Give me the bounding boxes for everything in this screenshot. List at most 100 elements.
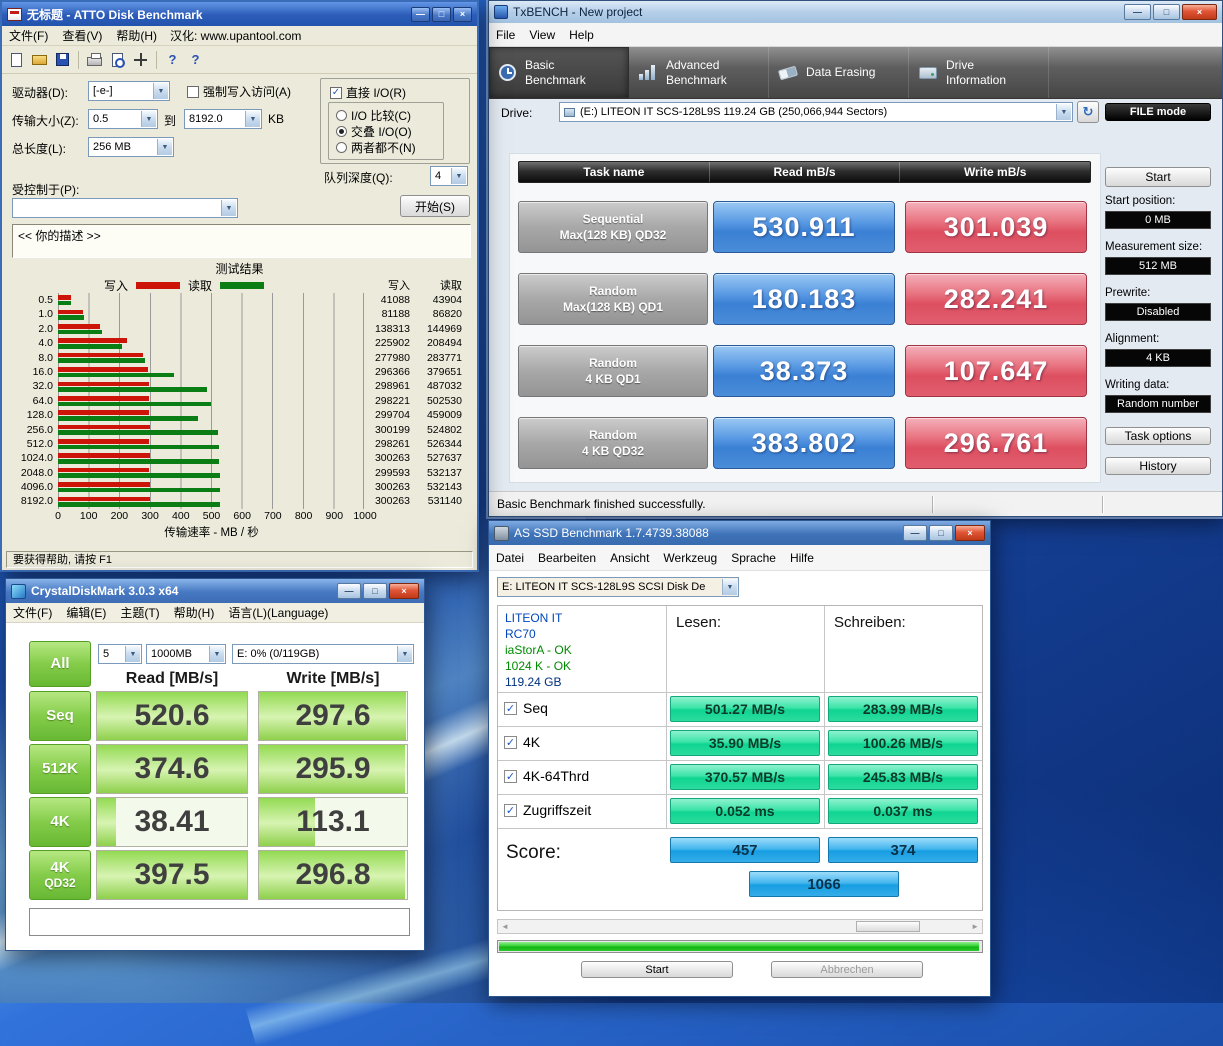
atto-chart-row: 512.0 298261 526344 xyxy=(4,436,462,452)
tab-data-erasing[interactable]: Data Erasing xyxy=(769,47,909,98)
maximize-button[interactable]: □ xyxy=(363,583,387,599)
menu-ansicht[interactable]: Ansicht xyxy=(603,549,656,567)
drive-model: LITEON IT xyxy=(505,611,563,625)
run-all-button[interactable]: All xyxy=(29,641,91,687)
close-button[interactable]: × xyxy=(955,525,985,541)
maximize-button[interactable]: □ xyxy=(1153,4,1180,20)
queue-depth-select[interactable]: 4 ▼ xyxy=(430,166,468,186)
overlapped-io-radio[interactable]: 交叠 I/O(O) xyxy=(336,123,412,140)
scroll-right-icon[interactable]: ► xyxy=(971,922,979,931)
zugriffszeit-checkbox[interactable]: ✓ xyxy=(504,804,517,817)
task-options-button[interactable]: Task options xyxy=(1105,427,1211,445)
context-help-icon[interactable]: ? xyxy=(185,49,206,70)
atto-write-bar xyxy=(58,395,149,401)
menu-theme[interactable]: 主题(T) xyxy=(113,602,166,623)
scroll-left-icon[interactable]: ◄ xyxy=(501,922,509,931)
write-score-value: 374 xyxy=(828,837,978,863)
menu-help[interactable]: 帮助(H) xyxy=(167,602,222,623)
scrollbar-thumb[interactable] xyxy=(856,921,921,932)
minimize-button[interactable]: — xyxy=(903,525,927,541)
cancel-button[interactable]: Abbrechen xyxy=(771,961,923,978)
menu-datei[interactable]: Datei xyxy=(489,549,531,567)
table-gridline xyxy=(498,760,982,761)
menu-view[interactable]: View xyxy=(522,26,562,44)
menu-help[interactable]: 帮助(H) xyxy=(109,25,164,46)
neither-radio[interactable]: 两者都不(N) xyxy=(336,139,416,156)
drive-select[interactable]: E: LITEON IT SCS-128L9S SCSI Disk De ▼ xyxy=(497,577,739,597)
atto-read-bar xyxy=(58,315,85,320)
start-button[interactable]: 开始(S) xyxy=(400,195,470,217)
menu-bearbeiten[interactable]: Bearbeiten xyxy=(531,549,603,567)
menu-werkzeug[interactable]: Werkzeug xyxy=(656,549,724,567)
run-4k-qd32-button[interactable]: 4K QD32 xyxy=(29,850,91,900)
menu-file[interactable]: File xyxy=(489,26,522,44)
close-button[interactable]: × xyxy=(1182,4,1217,20)
print-icon[interactable] xyxy=(84,49,105,70)
atto-read-value: 283771 xyxy=(426,351,462,364)
4k-64thrd-checkbox[interactable]: ✓ xyxy=(504,770,517,783)
drive-select[interactable]: (E:) LITEON IT SCS-128L9S 119.24 GB (250… xyxy=(559,102,1073,122)
seq-checkbox[interactable]: ✓ xyxy=(504,702,517,715)
close-button[interactable]: × xyxy=(389,583,419,599)
crystaldiskmark-window: CrystalDiskMark 3.0.3 x64 — □ × 文件(F) 编辑… xyxy=(5,578,425,951)
controlled-by-select[interactable]: ▼ xyxy=(12,198,238,218)
table-gridline xyxy=(498,828,982,829)
txbench-titlebar[interactable]: TxBENCH - New project — □ × xyxy=(489,1,1222,23)
run-4k-button[interactable]: 4K xyxy=(29,797,91,847)
pan-icon[interactable] xyxy=(130,49,151,70)
drive-select[interactable]: [-e-] ▼ xyxy=(88,81,170,101)
test-count-select[interactable]: 5 ▼ xyxy=(98,644,142,664)
direct-io-checkbox[interactable]: ✓ 直接 I/O(R) xyxy=(330,84,406,101)
description-input[interactable]: << 你的描述 >> xyxy=(12,224,471,258)
save-icon[interactable] xyxy=(52,49,73,70)
menu-edit[interactable]: 编辑(E) xyxy=(59,602,113,623)
menu-language[interactable]: 语言(L)(Language) xyxy=(221,602,335,623)
maximize-button[interactable]: □ xyxy=(432,6,451,22)
transfer-from-select[interactable]: 0.5 ▼ xyxy=(88,109,158,129)
transfer-to-select[interactable]: 8192.0 ▼ xyxy=(184,109,262,129)
4k-64thrd-read-value: 370.57 MB/s xyxy=(670,764,820,790)
tab-advanced-benchmark[interactable]: Advanced Benchmark xyxy=(629,47,769,98)
menu-help[interactable]: Help xyxy=(562,26,601,44)
start-button[interactable]: Start xyxy=(581,961,733,978)
menu-file[interactable]: 文件(F) xyxy=(6,602,59,623)
io-compare-radio[interactable]: I/O 比较(C) xyxy=(336,107,411,124)
menu-hilfe[interactable]: Hilfe xyxy=(783,549,821,567)
force-write-checkbox[interactable]: 强制写入访问(A) xyxy=(187,83,291,100)
minimize-button[interactable]: — xyxy=(1124,4,1151,20)
tab-basic-benchmark[interactable]: Basic Benchmark xyxy=(489,47,629,98)
start-button[interactable]: Start xyxy=(1105,167,1211,187)
atto-plot-cell xyxy=(58,408,364,423)
total-length-select[interactable]: 256 MB ▼ xyxy=(88,137,174,157)
history-button[interactable]: History xyxy=(1105,457,1211,475)
run-seq-button[interactable]: Seq xyxy=(29,691,91,741)
run-512k-button[interactable]: 512K xyxy=(29,744,91,794)
print-preview-icon[interactable] xyxy=(107,49,128,70)
open-file-icon[interactable] xyxy=(29,49,50,70)
4k-checkbox[interactable]: ✓ xyxy=(504,736,517,749)
tab-drive-information[interactable]: Drive Information xyxy=(909,47,1049,98)
cdm-titlebar[interactable]: CrystalDiskMark 3.0.3 x64 — □ × xyxy=(6,579,424,603)
menu-file[interactable]: 文件(F) xyxy=(2,25,55,46)
maximize-button[interactable]: □ xyxy=(929,525,953,541)
asssd-titlebar[interactable]: AS SSD Benchmark 1.7.4739.38088 — □ × xyxy=(489,521,990,545)
atto-read-bar xyxy=(58,401,212,407)
tab-label: Advanced xyxy=(666,57,720,72)
target-drive-select[interactable]: E: 0% (0/119GB) ▼ xyxy=(232,644,414,664)
4k-read-value: 35.90 MB/s xyxy=(670,730,820,756)
help-icon[interactable]: ? xyxy=(162,49,183,70)
menu-view[interactable]: 查看(V) xyxy=(55,25,109,46)
comment-input[interactable] xyxy=(29,908,410,936)
horizontal-scrollbar[interactable]: ◄ ► xyxy=(497,919,983,934)
menu-sprache[interactable]: Sprache xyxy=(724,549,783,567)
new-file-icon[interactable] xyxy=(6,49,27,70)
atto-titlebar[interactable]: 无标题 - ATTO Disk Benchmark — □ × xyxy=(2,2,477,26)
test-size-select[interactable]: 1000MB ▼ xyxy=(146,644,226,664)
file-mode-button[interactable]: FILE mode xyxy=(1105,103,1211,121)
atto-write-bar xyxy=(58,338,127,343)
minimize-button[interactable]: — xyxy=(411,6,430,22)
atto-chart-row: 32.0 298961 487032 xyxy=(4,379,462,394)
minimize-button[interactable]: — xyxy=(337,583,361,599)
close-button[interactable]: × xyxy=(453,6,472,22)
refresh-button[interactable]: ↻ xyxy=(1077,101,1099,123)
